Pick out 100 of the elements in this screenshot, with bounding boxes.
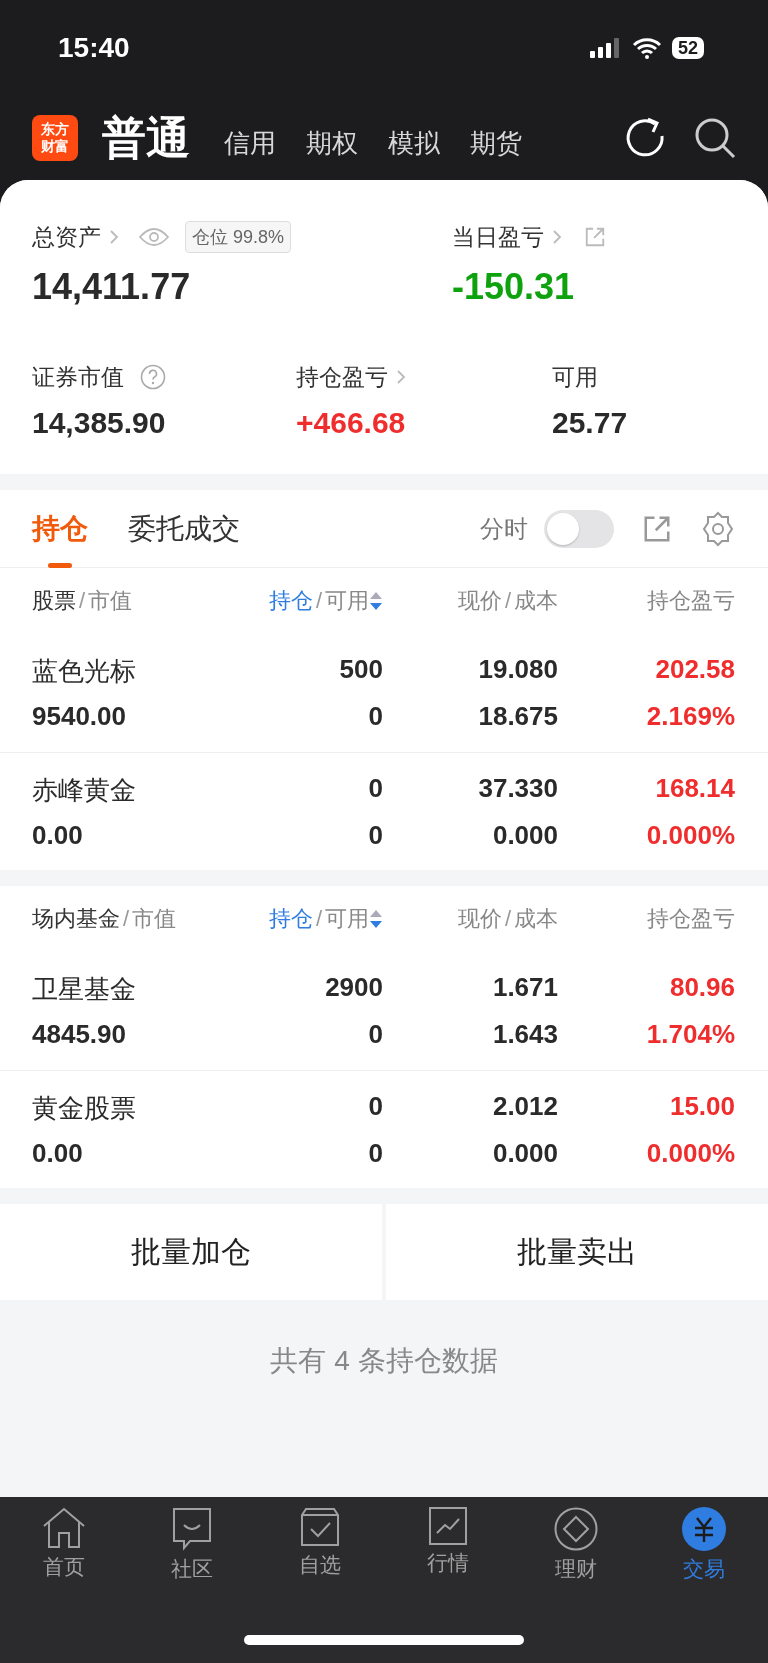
total-assets-label: 总资产 [32,222,101,252]
settings-icon[interactable] [700,510,736,547]
header-separator: / [504,588,511,614]
column-header: 市值 [88,587,133,615]
available-cell-text: 0 [367,701,383,732]
pl-percent-cell-text: 1.704% [645,1019,735,1050]
stock-name: 蓝色光标 [32,655,137,688]
help-icon[interactable] [140,364,166,390]
nav-tab[interactable]: 社区 [128,1507,256,1583]
holdings-tab[interactable]: 持仓 [32,489,88,568]
account-tab[interactable]: 模拟 [388,115,440,161]
cost-cell-text: 0.000 [491,1137,558,1169]
yen-icon [682,1507,726,1551]
nav-tab[interactable]: 理财 [512,1507,640,1583]
daily-pl-label: 当日盈亏 [452,222,544,252]
chevron-icon [109,229,119,245]
header-separator: / [315,588,322,614]
wifi-icon [631,37,662,59]
home-icon [41,1507,87,1549]
cost-cell-text: 1.643 [491,1019,558,1050]
column-header[interactable]: 可用 [325,904,369,934]
column-header: 股票 [32,587,76,615]
nav-tab[interactable]: 首页 [0,1507,128,1583]
price-cell-text: 2.012 [491,1090,558,1123]
holding-cell-text: 500 [338,654,383,686]
stat-value: +466.68 [296,406,407,440]
column-header[interactable]: 持仓 [268,904,313,934]
batch-button[interactable]: 批量加仓 [0,1204,382,1300]
daily-pl-value: -150.31 [452,266,576,308]
column-header: 场内基金 [32,905,120,933]
account-tab[interactable]: 信用 [224,115,276,161]
stat-label: 证券市值 [32,362,124,392]
holding-cell-text: 0 [367,772,383,805]
holdings-tab[interactable]: 委托成交 [128,489,240,568]
signal-icon [589,38,622,58]
holding-cell-text: 0 [367,1090,383,1123]
nav-tab[interactable]: 自选 [256,1507,384,1583]
column-header: 成本 [514,587,558,615]
batch-button[interactable]: 批量卖出 [386,1204,768,1300]
checkbox-icon [300,1507,340,1547]
stat-label: 持仓盈亏 [296,362,388,392]
column-header: 现价 [457,905,502,933]
market-value-cell-text: 0.00 [32,819,84,851]
status-time: 15:40 [58,32,130,64]
column-header[interactable]: 可用 [325,586,369,616]
search-icon[interactable] [694,117,736,159]
pl-percent-cell-text: 0.000% [645,819,735,851]
position-badge: 仓位 99.8% [185,221,292,253]
column-header: 持仓盈亏 [647,587,735,615]
stock-name: 卫星基金 [32,973,137,1006]
account-tab[interactable]: 普通 [102,108,190,168]
chart-icon [429,1507,467,1545]
pl-cell-text: 15.00 [668,1090,735,1123]
battery-level: 52 [671,37,704,59]
chat-icon [172,1507,212,1551]
column-header: 持仓盈亏 [647,905,735,933]
price-cell-text: 37.330 [477,772,558,805]
available-cell-text: 0 [367,1137,383,1169]
column-header: 现价 [457,587,502,615]
toggle-label: 分时 [480,513,528,544]
nav-tab[interactable]: 交易 [640,1507,768,1583]
pl-percent-cell-text: 2.169% [645,701,735,732]
header-separator: / [79,588,86,614]
pl-cell-text: 80.96 [668,972,735,1004]
sort-icon[interactable] [369,909,383,929]
available-cell-text: 0 [367,819,383,851]
header-separator: / [315,906,322,932]
stock-name: 黄金股票 [32,1091,137,1125]
cost-cell-text: 18.675 [477,701,558,732]
timeshare-toggle[interactable] [544,509,614,548]
column-header[interactable]: 持仓 [268,586,313,616]
nav-tab[interactable]: 行情 [384,1507,512,1583]
account-tab[interactable]: 期权 [306,115,358,161]
stat-value: 25.77 [552,406,629,440]
column-header: 市值 [132,905,177,933]
eye-icon[interactable] [139,227,169,247]
stat-value: 14,385.90 [32,406,167,440]
total-assets-value: 14,411.77 [32,266,192,308]
stock-name: 赤峰黄金 [32,773,137,807]
market-value-cell-text: 9540.00 [32,701,127,732]
header-separator: / [504,906,511,932]
account-tab[interactable]: 期货 [470,115,522,161]
market-value-cell-text: 4845.90 [32,1019,127,1050]
column-header: 成本 [514,905,558,933]
pl-cell-text: 168.14 [654,772,735,805]
pl-percent-cell-text: 0.000% [645,1137,735,1169]
holdings-count-note: 共有 4 条持仓数据 [269,1344,499,1378]
holding-cell-text: 2900 [324,972,383,1004]
price-cell-text: 19.080 [477,654,558,686]
share-icon[interactable] [584,226,606,248]
header-separator: / [123,906,130,932]
cost-cell-text: 0.000 [491,819,558,851]
app-logo: 东方 财富 [32,115,78,161]
stat-label: 可用 [552,362,598,392]
sort-icon[interactable] [369,591,383,611]
available-cell-text: 0 [367,1019,383,1050]
pl-cell-text: 202.58 [654,654,735,686]
chevron-icon [552,229,562,245]
chevron-icon [396,369,406,385]
market-value-cell-text: 0.00 [32,1137,84,1169]
